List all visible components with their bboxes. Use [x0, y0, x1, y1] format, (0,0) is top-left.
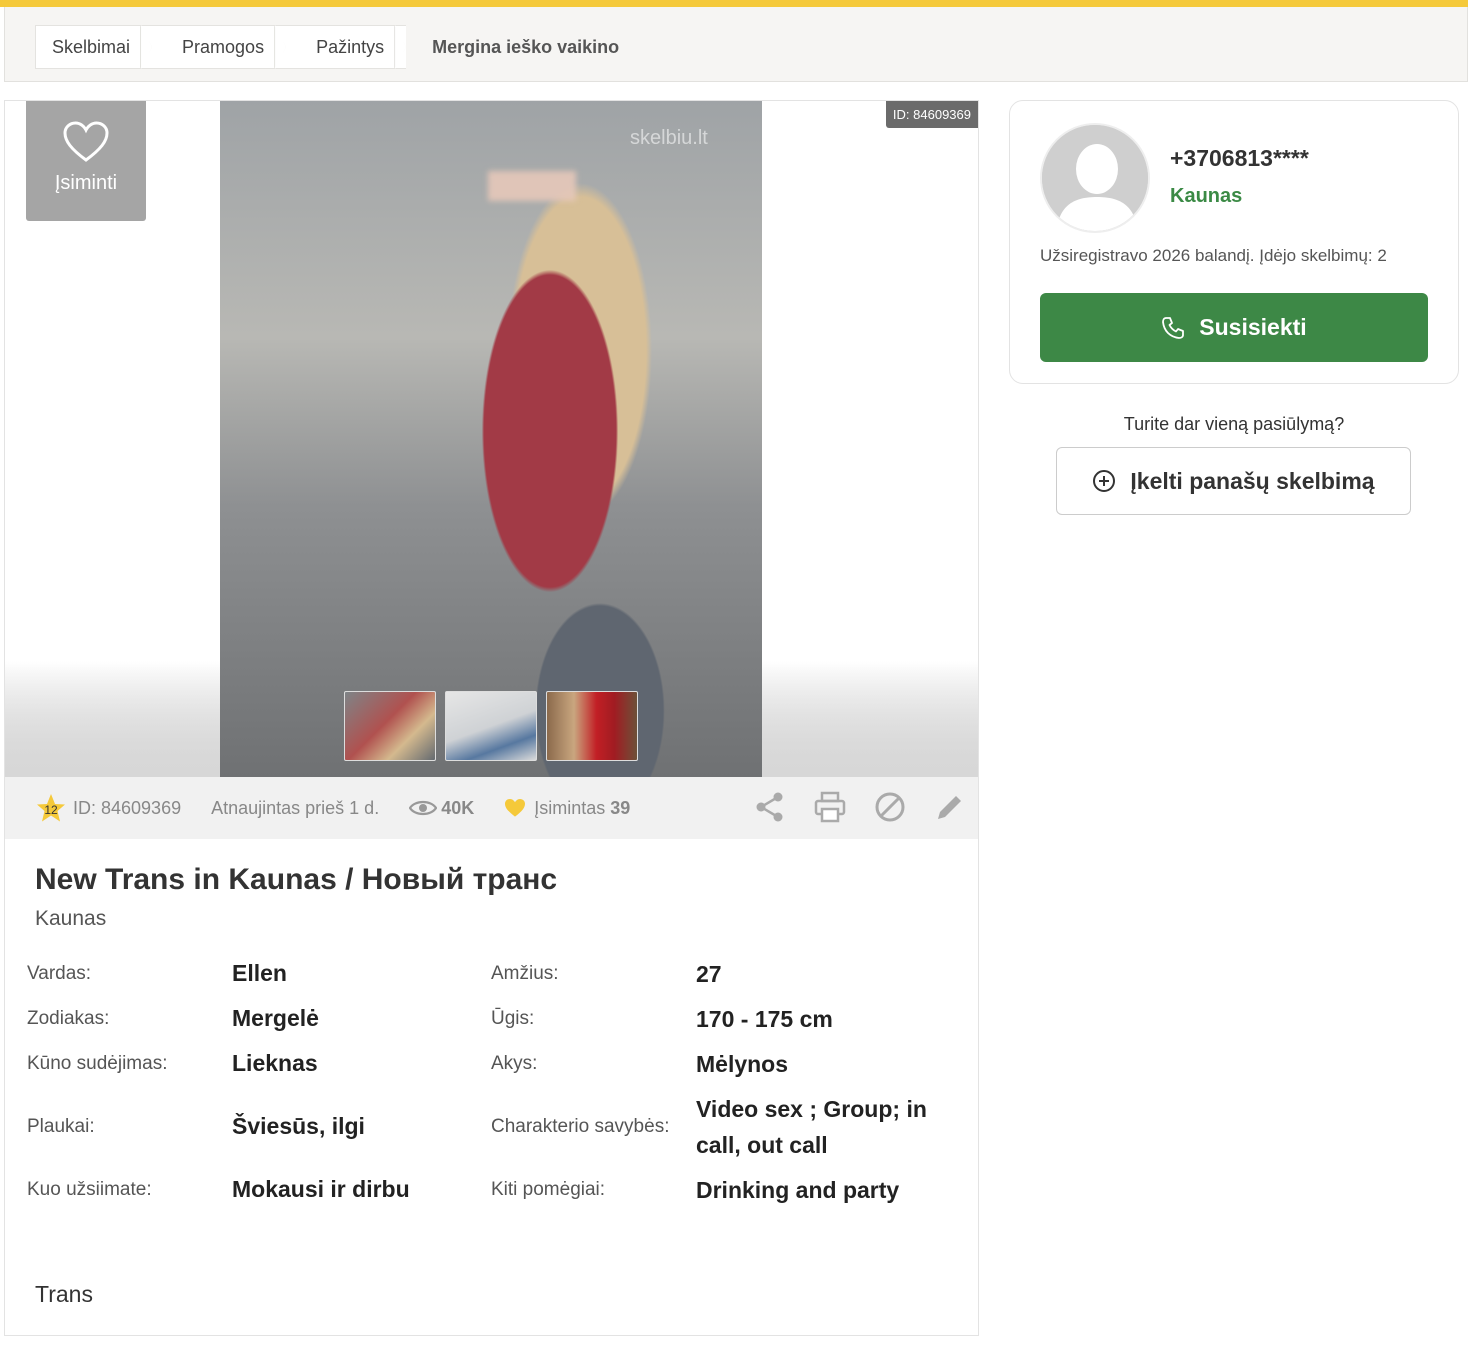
eye-icon	[409, 800, 438, 816]
breadcrumb-pazintys[interactable]: Pažintys	[286, 25, 407, 69]
attribute-row: Kuo užsiimate: Mokausi ir dirbu Kiti pom…	[27, 1167, 957, 1212]
remember-button[interactable]: Įsiminti	[26, 101, 146, 221]
remembered-label: Įsimintas	[534, 797, 606, 818]
attribute-value: Drinking and party	[696, 1176, 900, 1203]
heart-icon	[63, 121, 109, 162]
attribute-value: Ellen	[232, 960, 287, 986]
watermark: skelbiu.lt	[630, 127, 708, 149]
thumbnail-2[interactable]	[445, 691, 537, 761]
seller-registration: Užsiregistravo 2026 balandį. Įdėjo skelb…	[1040, 246, 1387, 265]
attribute-label: Ūgis:	[491, 1007, 535, 1029]
stats-bar: 12 ID: 84609369 Atnaujintas prieš 1 d. 4…	[5, 777, 978, 839]
attribute-value: 170 - 175 cm	[696, 1005, 833, 1032]
breadcrumb-bar: Skelbimai Pramogos Pažintys Mergina iešk…	[4, 7, 1468, 82]
attribute-label: Kūno sudėjimas:	[27, 1052, 168, 1074]
share-icon[interactable]	[754, 791, 786, 823]
attribute-label: Plaukai:	[27, 1115, 95, 1137]
attribute-label: Akys:	[491, 1052, 538, 1074]
attribute-label: Charakterio savybės:	[491, 1115, 670, 1137]
blurred-face	[488, 171, 576, 201]
contact-label: Susisiekti	[1199, 314, 1307, 340]
top-accent-bar	[0, 0, 1468, 7]
attribute-value: Video sex ; Group; in call, out call	[696, 1095, 927, 1158]
upload-similar-button[interactable]: Įkelti panašų skelbimą	[1056, 447, 1411, 515]
main-photo[interactable]: skelbiu.lt	[220, 101, 762, 777]
block-icon[interactable]	[874, 791, 906, 823]
attribute-label: Zodiakas:	[27, 1007, 110, 1029]
thumbnail-3[interactable]	[546, 691, 638, 761]
attribute-value: 27	[696, 960, 722, 987]
remembered-value: 39	[610, 797, 631, 818]
attribute-row: Zodiakas: Mergelė Ūgis: 170 - 175 cm	[27, 996, 957, 1041]
phone-icon	[1162, 316, 1185, 339]
listing-main: skelbiu.lt ID: 84609369 Įsiminti 12 ID: …	[4, 100, 979, 1336]
star-badge: 12	[35, 792, 67, 824]
breadcrumb-label: Pramogos	[182, 36, 265, 57]
heart-filled-icon	[505, 798, 526, 817]
attribute-value: Lieknas	[232, 1050, 318, 1076]
attribute-row: Plaukai: Šviesūs, ilgi Charakterio savyb…	[27, 1086, 957, 1167]
photo-gallery: skelbiu.lt ID: 84609369 Įsiminti	[5, 101, 978, 777]
breadcrumb-label: Pažintys	[316, 36, 385, 57]
star-count: 12	[44, 802, 58, 817]
attribute-row: Kūno sudėjimas: Lieknas Akys: Mėlynos	[27, 1041, 957, 1086]
listing-city: Kaunas	[35, 907, 107, 930]
listing-tag: Trans	[35, 1281, 93, 1307]
upload-label: Įkelti panašų skelbimą	[1130, 467, 1375, 494]
views-value: 40K	[441, 797, 475, 818]
plus-circle-icon	[1093, 470, 1116, 492]
thumbnail-strip	[344, 691, 638, 761]
attribute-value: Mėlynos	[696, 1050, 789, 1077]
remembered-count: Įsimintas 39	[504, 798, 630, 819]
attribute-label: Kuo užsiimate:	[27, 1178, 152, 1200]
edit-icon[interactable]	[934, 791, 966, 823]
breadcrumb-label: Skelbimai	[52, 36, 131, 57]
contact-button[interactable]: Susisiekti	[1040, 293, 1428, 362]
attribute-row: Vardas: Ellen Amžius: 27	[27, 951, 957, 996]
attributes-table: Vardas: Ellen Amžius: 27 Zodiakas: Merge…	[27, 951, 957, 1212]
breadcrumb-pramogos[interactable]: Pramogos	[152, 25, 287, 69]
updated-time: Atnaujintas prieš 1 d.	[211, 797, 380, 818]
breadcrumb: Skelbimai Pramogos Pažintys Mergina iešk…	[35, 25, 620, 69]
attribute-label: Vardas:	[27, 962, 92, 984]
seller-card: +3706813**** Kaunas Užsiregistravo 2026 …	[1009, 100, 1459, 384]
attribute-label: Amžius:	[491, 962, 559, 984]
attribute-value: Mokausi ir dirbu	[232, 1176, 410, 1202]
attribute-value: Mergelė	[232, 1005, 319, 1031]
action-icons	[754, 791, 966, 823]
thumbnail-1[interactable]	[344, 691, 436, 761]
remember-label: Įsiminti	[54, 172, 118, 194]
seller-city: Kaunas	[1170, 185, 1243, 207]
seller-phone[interactable]: +3706813****	[1170, 145, 1309, 172]
listing-id: ID: 84609369	[73, 797, 182, 818]
listing-title: New Trans in Kaunas / Новый транс	[35, 863, 558, 896]
id-tag: ID: 84609369	[885, 101, 978, 128]
user-placeholder-icon	[1042, 125, 1148, 231]
views-count: 40K	[409, 798, 474, 819]
attribute-value: Šviesūs, ilgi	[232, 1113, 365, 1139]
offer-question: Turite dar vieną pasiūlymą?	[1123, 414, 1345, 434]
attribute-label: Kiti pomėgiai:	[491, 1178, 606, 1200]
breadcrumb-current: Mergina ieško vaikino	[406, 25, 620, 69]
breadcrumb-skelbimai[interactable]: Skelbimai	[36, 25, 153, 69]
print-icon[interactable]	[814, 791, 846, 823]
avatar	[1040, 123, 1150, 233]
